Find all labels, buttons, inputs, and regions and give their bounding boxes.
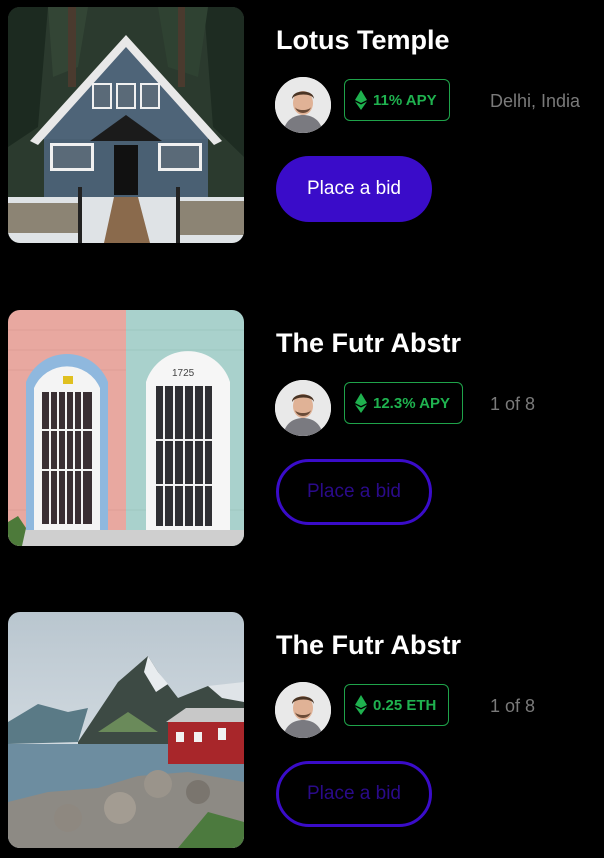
house-image[interactable] bbox=[8, 7, 244, 243]
ethereum-icon bbox=[355, 695, 367, 715]
ethereum-icon bbox=[355, 393, 367, 413]
listing-card[interactable]: 1725 The Futr Abstr 12.3% APY 1 of 8 Pla… bbox=[8, 310, 604, 546]
doors-image[interactable]: 1725 bbox=[8, 310, 244, 546]
listing-title: The Futr Abstr bbox=[276, 328, 461, 358]
edition-count: 1 of 8 bbox=[490, 394, 536, 414]
place-bid-button[interactable]: Place a bid bbox=[276, 761, 432, 827]
mountain-lake-image[interactable] bbox=[8, 612, 244, 848]
place-bid-button[interactable]: Place a bid bbox=[276, 459, 432, 525]
ethereum-icon bbox=[355, 90, 367, 110]
badge-label: 11% APY bbox=[373, 91, 437, 109]
svg-text:1725: 1725 bbox=[172, 368, 195, 379]
listing-title: Lotus Temple bbox=[276, 25, 450, 55]
apy-badge: 12.3% APY bbox=[344, 382, 463, 424]
edition-count: 1 of 8 bbox=[490, 696, 536, 716]
price-badge: 0.25 ETH bbox=[344, 684, 450, 726]
badge-label: 12.3% APY bbox=[373, 394, 450, 412]
listing-card[interactable]: The Futr Abstr 0.25 ETH 1 of 8 Place a b… bbox=[8, 612, 604, 848]
listing-location: Delhi, India bbox=[490, 91, 581, 111]
listing-card[interactable]: Lotus Temple 11% APY Delhi, India Place … bbox=[8, 7, 604, 243]
apy-badge: 11% APY bbox=[344, 79, 450, 121]
avatar[interactable] bbox=[275, 682, 331, 738]
listing-title: The Futr Abstr bbox=[276, 630, 461, 660]
place-bid-button[interactable]: Place a bid bbox=[276, 156, 432, 222]
avatar[interactable] bbox=[275, 77, 331, 133]
badge-label: 0.25 ETH bbox=[373, 696, 437, 714]
avatar[interactable] bbox=[275, 380, 331, 436]
